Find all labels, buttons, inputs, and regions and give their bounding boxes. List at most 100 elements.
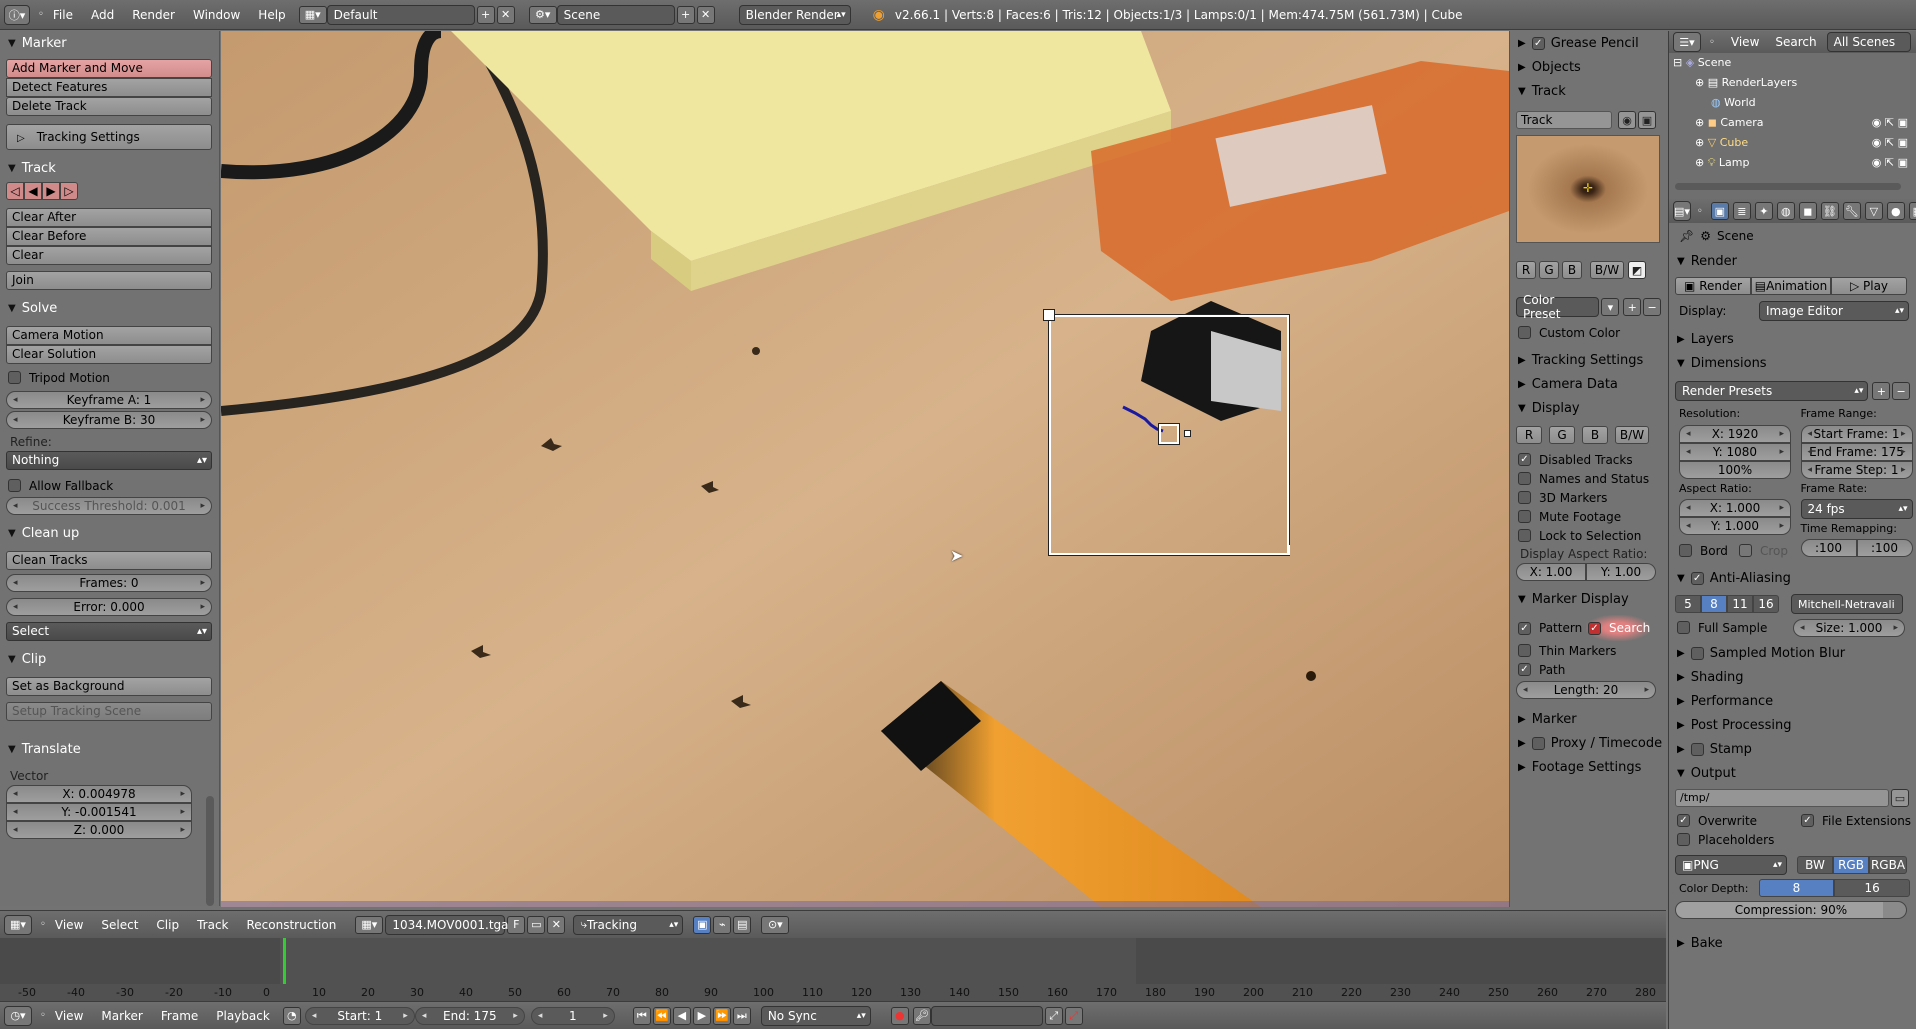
color-rgba-button[interactable]: RGBA xyxy=(1869,856,1907,874)
scene-selector[interactable]: Scene xyxy=(556,4,675,25)
file-format-dropdown[interactable]: ▣ PNG ▴▾ xyxy=(1675,855,1787,875)
grease-pencil-header[interactable]: ▶ ✓ Grease Pencil xyxy=(1510,31,1667,55)
disabled-tracks-checkbox[interactable]: ✓ Disabled Tracks xyxy=(1510,450,1667,469)
fake-user-button[interactable]: F xyxy=(507,915,526,934)
solve-panel-header[interactable]: ▼ Solve xyxy=(0,296,219,320)
add-layout-button[interactable]: + xyxy=(476,5,495,24)
menu-file[interactable]: File xyxy=(44,8,82,22)
res-percent-field[interactable]: 100% xyxy=(1679,461,1791,479)
outliner-scrollbar[interactable] xyxy=(1675,183,1901,190)
color-rgb-button[interactable]: RGB xyxy=(1833,856,1869,874)
path-checkbox[interactable]: ✓ Path xyxy=(1510,660,1667,679)
crop-checkbox[interactable]: Crop xyxy=(1739,541,1788,560)
clip-menu-clip[interactable]: Clip xyxy=(147,918,188,932)
clean-tracks-button[interactable]: Clean Tracks xyxy=(6,551,212,570)
pattern-area-box[interactable] xyxy=(1158,423,1180,445)
display-dropdown[interactable]: Image Editor ▴▾ xyxy=(1759,301,1909,321)
res-y-field[interactable]: ◂ Y: 1080 ▸ xyxy=(1679,443,1791,461)
invert-icon[interactable]: ◩ xyxy=(1628,261,1646,279)
add-preset-button[interactable]: + xyxy=(1872,382,1891,400)
depth-8-button[interactable]: 8 xyxy=(1758,879,1835,897)
lock-icon[interactable]: ▣ xyxy=(1638,111,1656,129)
allow-fallback-checkbox[interactable]: Allow Fallback xyxy=(0,476,219,495)
world-tab-icon[interactable]: ◍ xyxy=(1776,202,1795,220)
lock-selection-checkbox[interactable]: Lock to Selection xyxy=(1510,526,1667,545)
channel-g-button[interactable]: G xyxy=(1539,261,1559,279)
objects-header[interactable]: ▶ Objects xyxy=(1510,55,1667,79)
display-bw-button[interactable]: B/W xyxy=(1615,426,1649,444)
track-header[interactable]: ▼ Track xyxy=(1510,79,1667,103)
clear-button[interactable]: Clear xyxy=(6,246,212,265)
output-header[interactable]: ▼ Output xyxy=(1669,761,1916,785)
timeline-menu-marker[interactable]: Marker xyxy=(92,1009,151,1023)
aa-filter-dropdown[interactable]: Mitchell-Netravali xyxy=(1791,594,1903,614)
error-field[interactable]: ◂ Error: 0.000 ▸ xyxy=(6,598,212,616)
add-scene-button[interactable]: + xyxy=(676,5,695,24)
display-r-button[interactable]: R xyxy=(1516,426,1542,444)
bw-button[interactable]: B/W xyxy=(1590,261,1624,279)
marker-display-header[interactable]: ▼ Marker Display xyxy=(1510,587,1667,611)
outliner-item-cube[interactable]: ⊕ ▽ Cube ◉ ⇱ ▣ xyxy=(1673,133,1916,153)
aspect-x-field[interactable]: X: 1.00 xyxy=(1516,563,1586,581)
remove-preset-button[interactable]: − xyxy=(1892,382,1911,400)
checkbox-box[interactable]: ✓ xyxy=(1690,571,1704,585)
aa-8-button[interactable]: 8 xyxy=(1701,595,1727,613)
display-b-button[interactable]: B xyxy=(1582,426,1608,444)
scene-icon[interactable]: ⚙▾ xyxy=(528,5,557,24)
tracking-settings-button[interactable]: ▷ Tracking Settings xyxy=(6,124,212,150)
display-header[interactable]: ▼ Display xyxy=(1510,396,1667,420)
border-checkbox[interactable]: Bord xyxy=(1679,541,1739,560)
aa-16-button[interactable]: 16 xyxy=(1753,595,1779,613)
pattern-checkbox[interactable]: ✓ Pattern xyxy=(1510,619,1586,638)
pivot-icon[interactable]: ⊙▾ xyxy=(761,915,790,934)
add-marker-button[interactable]: Add Marker and Move xyxy=(6,59,212,78)
next-keyframe-icon[interactable]: ⏩ xyxy=(712,1006,731,1025)
open-clip-icon[interactable]: ▭ xyxy=(527,915,546,934)
placeholders-checkbox[interactable]: Placeholders xyxy=(1669,830,1916,849)
checkbox-box[interactable] xyxy=(1690,742,1704,756)
aa-5-button[interactable]: 5 xyxy=(1675,595,1701,613)
channel-b-button[interactable]: B xyxy=(1562,261,1582,279)
clear-after-button[interactable]: Clear After xyxy=(6,208,212,227)
add-preset-button[interactable]: + xyxy=(1623,298,1642,316)
outliner-item-renderlayers[interactable]: ⊕ ▤ RenderLayers xyxy=(1673,73,1916,93)
track-backwards-all-button[interactable]: ◁ xyxy=(6,182,24,200)
preset-menu-icon[interactable]: ▾ xyxy=(1601,298,1620,316)
cleanup-select-dropdown[interactable]: Select ▴▾ xyxy=(6,622,212,641)
start-field[interactable]: ◂ Start: 1 ▸ xyxy=(304,1006,415,1025)
start-frame-field[interactable]: ◂ Start Frame: 1 ▸ xyxy=(1800,425,1913,443)
keyframe-a-field[interactable]: ◂ Keyframe A: 1 ▸ xyxy=(6,391,212,409)
outliner-item-scene[interactable]: ⊟ ◈ Scene xyxy=(1673,53,1916,73)
outliner-item-lamp[interactable]: ⊕ 💡︎ Lamp ◉ ⇱ ▣ xyxy=(1673,153,1916,173)
clear-before-button[interactable]: Clear Before xyxy=(6,227,212,246)
delete-track-button[interactable]: Delete Track xyxy=(6,97,212,116)
outliner-item-camera[interactable]: ⊕ ◼ Camera ◉ ⇱ ▣ xyxy=(1673,113,1916,133)
mute-footage-checkbox[interactable]: Mute Footage xyxy=(1510,507,1667,526)
3d-markers-checkbox[interactable]: 3D Markers xyxy=(1510,488,1667,507)
keying-set-field[interactable] xyxy=(930,1005,1043,1026)
play-icon[interactable]: ▶ xyxy=(692,1006,711,1025)
search-checkbox[interactable]: ✓ Search xyxy=(1586,615,1651,641)
end-frame-field[interactable]: ◂ End Frame: 175 ▸ xyxy=(1800,443,1913,461)
clip-name-field[interactable]: 1034.MOV0001.tga xyxy=(385,914,509,935)
search-area-handle[interactable] xyxy=(1043,309,1055,321)
visibility-icons[interactable]: ◉ ⇱ ▣ xyxy=(1872,133,1908,153)
material-tab-icon[interactable]: ● xyxy=(1886,202,1905,220)
clip-editor-icon[interactable]: ▦▾ xyxy=(4,914,32,935)
remap-new-field[interactable]: :100 xyxy=(1856,539,1913,557)
vector-x-field[interactable]: ◂ X: 0.004978 ▸ xyxy=(6,785,192,803)
timeline-editor-icon[interactable]: ◷▾ xyxy=(4,1005,32,1026)
preview-range-icon[interactable]: ◔ xyxy=(282,1006,301,1025)
folder-icon[interactable]: ▭ xyxy=(1891,789,1909,807)
current-frame-indicator[interactable] xyxy=(283,938,286,984)
cleanup-panel-header[interactable]: ▼ Clean up xyxy=(0,521,219,545)
keying-set-icon[interactable]: 🔑︎ xyxy=(912,1006,931,1025)
names-status-checkbox[interactable]: Names and Status xyxy=(1510,469,1667,488)
frame-step-field[interactable]: ◂ Frame Step: 1 ▸ xyxy=(1800,461,1913,479)
clip-menu-reconstruction[interactable]: Reconstruction xyxy=(238,918,346,932)
render-engine-select[interactable]: Blender Render ▴▾ xyxy=(738,4,851,25)
timeline-menu-frame[interactable]: Frame xyxy=(152,1009,207,1023)
view-dopesheet-icon[interactable]: ▤ xyxy=(733,915,752,934)
path-length-field[interactable]: ◂ Length: 20 ▸ xyxy=(1516,681,1656,699)
vector-z-field[interactable]: ◂ Z: 0.000 ▸ xyxy=(6,821,192,839)
